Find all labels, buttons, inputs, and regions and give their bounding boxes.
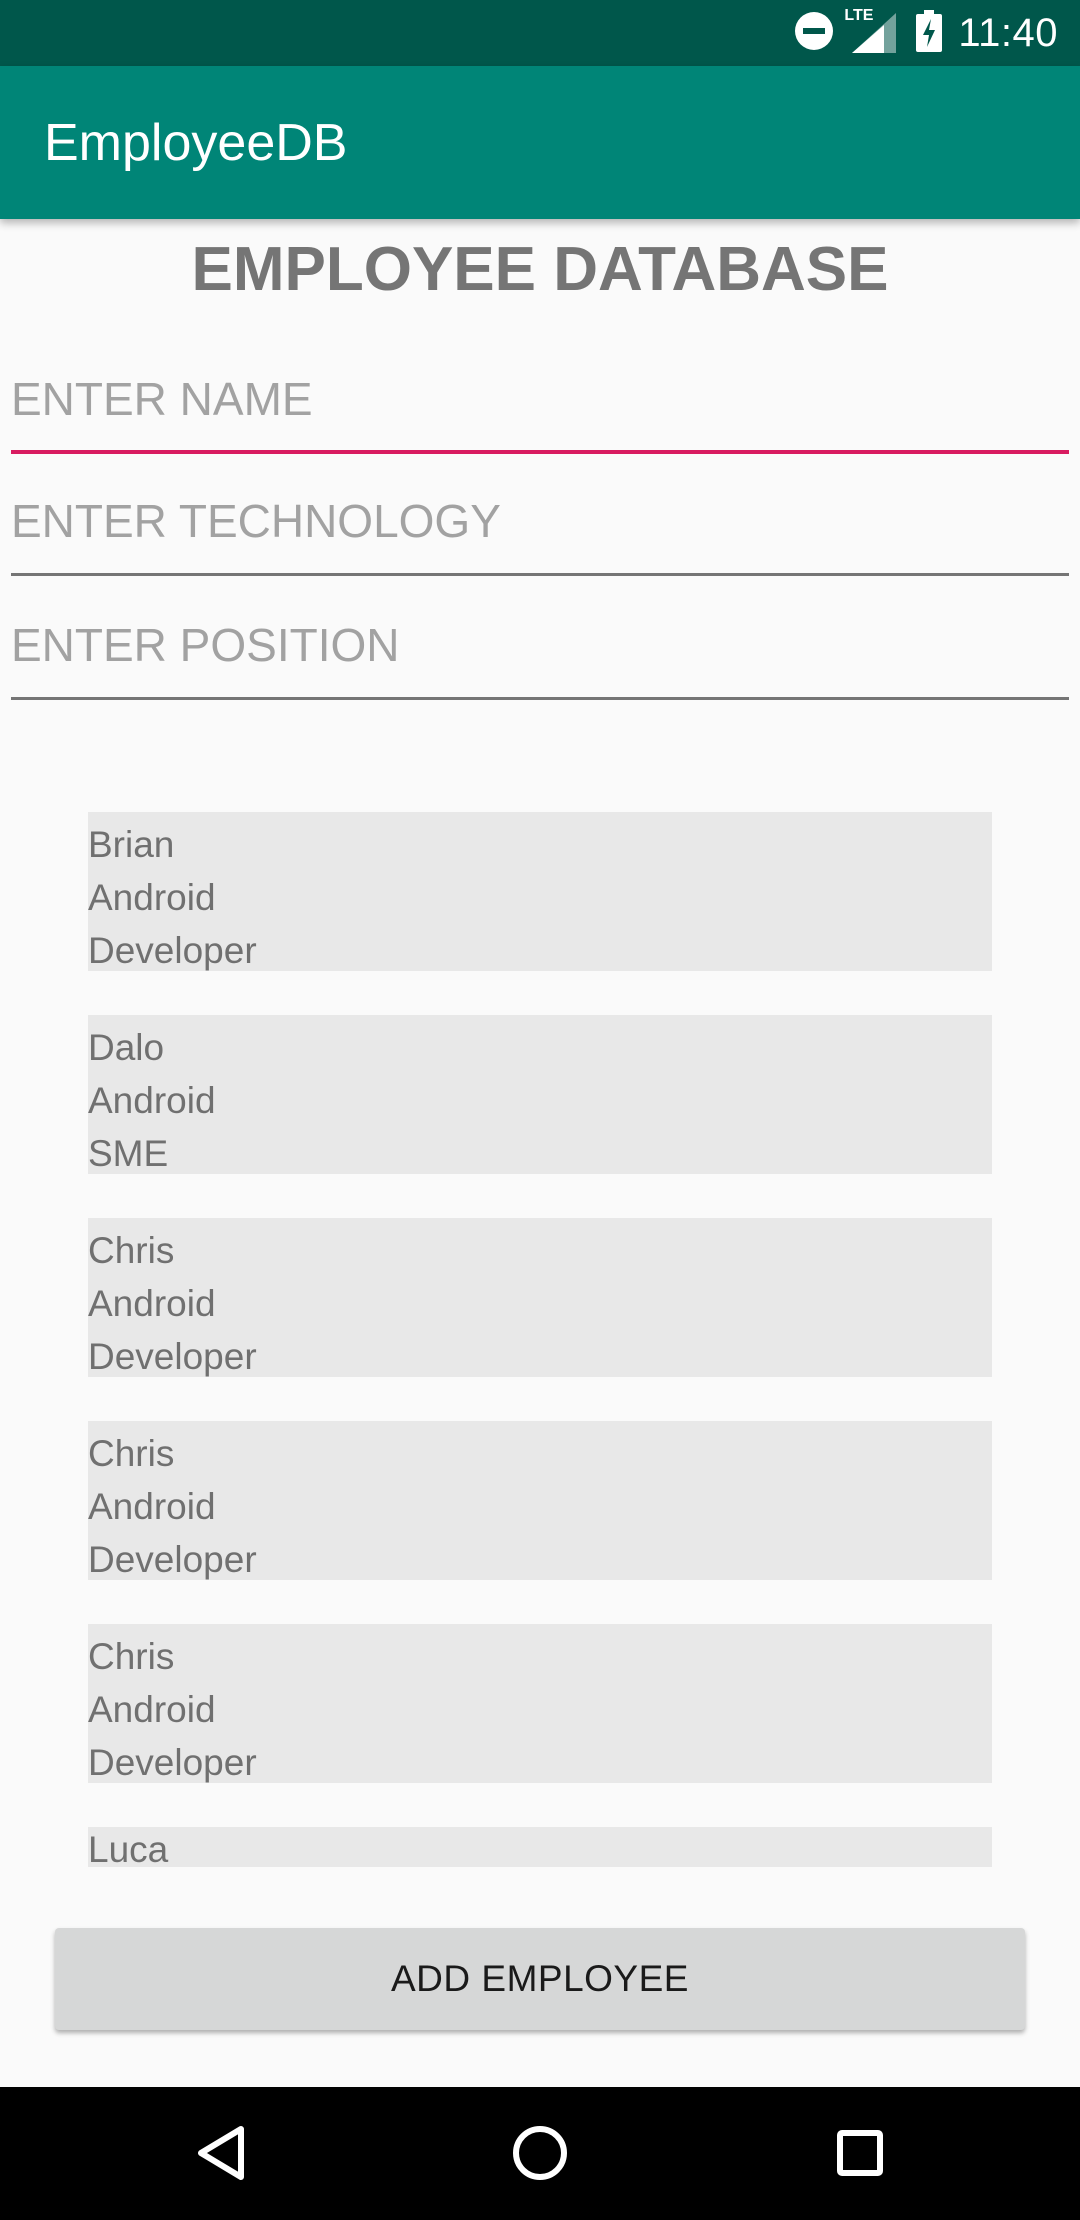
employee-name: Chris: [88, 1230, 175, 1271]
home-button[interactable]: [500, 2113, 580, 2193]
employee-name: Brian: [88, 824, 175, 865]
employee-name: Luca: [88, 1829, 169, 1867]
employee-list[interactable]: Brian Android Developer Dalo Android SME…: [88, 812, 992, 1887]
employee-technology: Android: [88, 877, 216, 918]
navigation-bar: [0, 2087, 1080, 2220]
list-item[interactable]: Luca: [88, 1827, 992, 1867]
name-underline: [11, 450, 1069, 454]
home-icon: [513, 2126, 567, 2180]
position-underline: [11, 697, 1069, 700]
list-item[interactable]: Dalo Android SME: [88, 1015, 992, 1174]
list-item[interactable]: Chris Android Developer: [88, 1218, 992, 1377]
name-input[interactable]: [11, 354, 1069, 444]
employee-technology: Android: [88, 1283, 216, 1324]
employee-technology: Android: [88, 1080, 216, 1121]
list-item[interactable]: Chris Android Developer: [88, 1624, 992, 1783]
employee-name: Chris: [88, 1636, 175, 1677]
technology-underline: [11, 573, 1069, 576]
lte-signal-icon: LTE: [844, 7, 900, 55]
technology-field: [11, 476, 1069, 576]
recents-button[interactable]: [820, 2113, 900, 2193]
app-bar: EmployeeDB: [0, 66, 1080, 219]
employee-technology: Android: [88, 1689, 216, 1730]
employee-position: SME: [88, 1133, 169, 1174]
main-content: EMPLOYEE DATABASE Brian Android Develope…: [0, 219, 1080, 2087]
status-time: 11:40: [958, 10, 1058, 55]
add-employee-button[interactable]: ADD EMPLOYEE: [55, 1928, 1025, 2030]
back-button[interactable]: [181, 2113, 261, 2193]
battery-charging-icon: [916, 9, 943, 57]
technology-input[interactable]: [11, 476, 1069, 566]
app-title: EmployeeDB: [44, 114, 348, 172]
recents-icon: [837, 2130, 883, 2176]
employee-technology: Android: [88, 1486, 216, 1527]
name-field: [11, 354, 1069, 454]
list-item[interactable]: Brian Android Developer: [88, 812, 992, 971]
employee-position: Developer: [88, 930, 257, 971]
employee-name: Dalo: [88, 1027, 165, 1068]
employee-position: Developer: [88, 1539, 257, 1580]
status-icons: LTE 11:40: [794, 0, 1058, 66]
employee-position: Developer: [88, 1742, 257, 1783]
back-icon: [198, 2126, 244, 2180]
position-input[interactable]: [11, 600, 1069, 690]
list-item[interactable]: Chris Android Developer: [88, 1421, 992, 1580]
do-not-disturb-icon: [794, 11, 834, 56]
page-title: EMPLOYEE DATABASE: [191, 235, 889, 304]
employee-name: Chris: [88, 1433, 175, 1474]
lte-label: LTE: [844, 7, 874, 24]
employee-position: Developer: [88, 1336, 257, 1377]
status-bar: LTE 11:40: [0, 0, 1080, 66]
position-field: [11, 600, 1069, 700]
